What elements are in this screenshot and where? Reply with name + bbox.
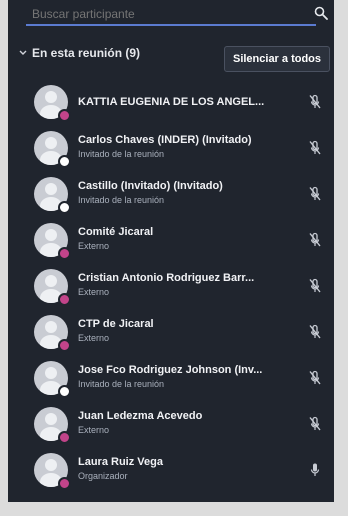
participant-role: Invitado de la reunión [78, 149, 165, 159]
participant-name: Jose Fco Rodriguez Johnson (Inv... [78, 364, 263, 376]
status-badge [58, 477, 71, 490]
participants-panel: En esta reunión (9) Silenciar a todos KA… [8, 0, 334, 502]
status-badge [58, 431, 71, 444]
search-icon[interactable] [314, 6, 328, 20]
participant-list: KATTIA EUGENIA DE LOS ANGEL... Carlos Cha… [8, 82, 334, 496]
participant-name: Comité Jicaral [78, 226, 154, 238]
status-badge [58, 247, 71, 260]
participant-name: Carlos Chaves (INDER) (Invitado) [78, 134, 252, 146]
participant-row[interactable]: Cristian Antonio Rodriguez Barr... Extern… [8, 266, 334, 312]
participant-row[interactable]: Carlos Chaves (INDER) (Invitado) Invitado… [8, 128, 334, 174]
mic-muted-icon[interactable] [308, 94, 322, 110]
section-title: En esta reunión (9) [32, 46, 141, 60]
participant-row[interactable]: CTP de Jicaral Externo [8, 312, 334, 358]
participant-name: KATTIA EUGENIA DE LOS ANGEL... [78, 96, 265, 108]
mic-muted-icon[interactable] [308, 186, 322, 202]
participant-role: Invitado de la reunión [78, 379, 165, 389]
status-badge [58, 339, 71, 352]
participant-role: Invitado de la reunión [78, 195, 165, 205]
status-badge [58, 385, 71, 398]
chevron-down-icon[interactable] [18, 48, 28, 58]
mic-icon[interactable] [308, 462, 322, 478]
status-badge [58, 201, 71, 214]
participant-role: Organizador [78, 471, 128, 481]
mute-all-button[interactable]: Silenciar a todos [224, 46, 330, 72]
mic-muted-icon[interactable] [308, 140, 322, 156]
section-header: En esta reunión (9) Silenciar a todos [8, 42, 334, 72]
search-bar [8, 0, 334, 30]
mic-muted-icon[interactable] [308, 278, 322, 294]
participant-name: Castillo (Invitado) (Invitado) [78, 180, 223, 192]
participant-row[interactable]: Juan Ledezma Acevedo Externo [8, 404, 334, 450]
mic-muted-icon[interactable] [308, 416, 322, 432]
participant-name: CTP de Jicaral [78, 318, 154, 330]
participant-row[interactable]: KATTIA EUGENIA DE LOS ANGEL... [8, 82, 334, 128]
status-badge [58, 109, 71, 122]
status-badge [58, 155, 71, 168]
search-input[interactable] [30, 4, 310, 24]
participant-name: Cristian Antonio Rodriguez Barr... [78, 272, 255, 284]
participant-name: Laura Ruiz Vega [78, 456, 163, 468]
participant-role: Externo [78, 425, 110, 435]
mic-muted-icon[interactable] [308, 324, 322, 340]
participant-row[interactable]: Castillo (Invitado) (Invitado) Invitado d… [8, 174, 334, 220]
participant-row[interactable]: Comité Jicaral Externo [8, 220, 334, 266]
mic-muted-icon[interactable] [308, 232, 322, 248]
participant-row[interactable]: Jose Fco Rodriguez Johnson (Inv... Invita… [8, 358, 334, 404]
mic-muted-icon[interactable] [308, 370, 322, 386]
participant-role: Externo [78, 241, 110, 251]
search-underline [26, 24, 316, 26]
participant-row[interactable]: Laura Ruiz Vega Organizador [8, 450, 334, 496]
status-badge [58, 293, 71, 306]
participant-role: Externo [78, 333, 110, 343]
participant-name: Juan Ledezma Acevedo [78, 410, 203, 422]
participant-role: Externo [78, 287, 110, 297]
